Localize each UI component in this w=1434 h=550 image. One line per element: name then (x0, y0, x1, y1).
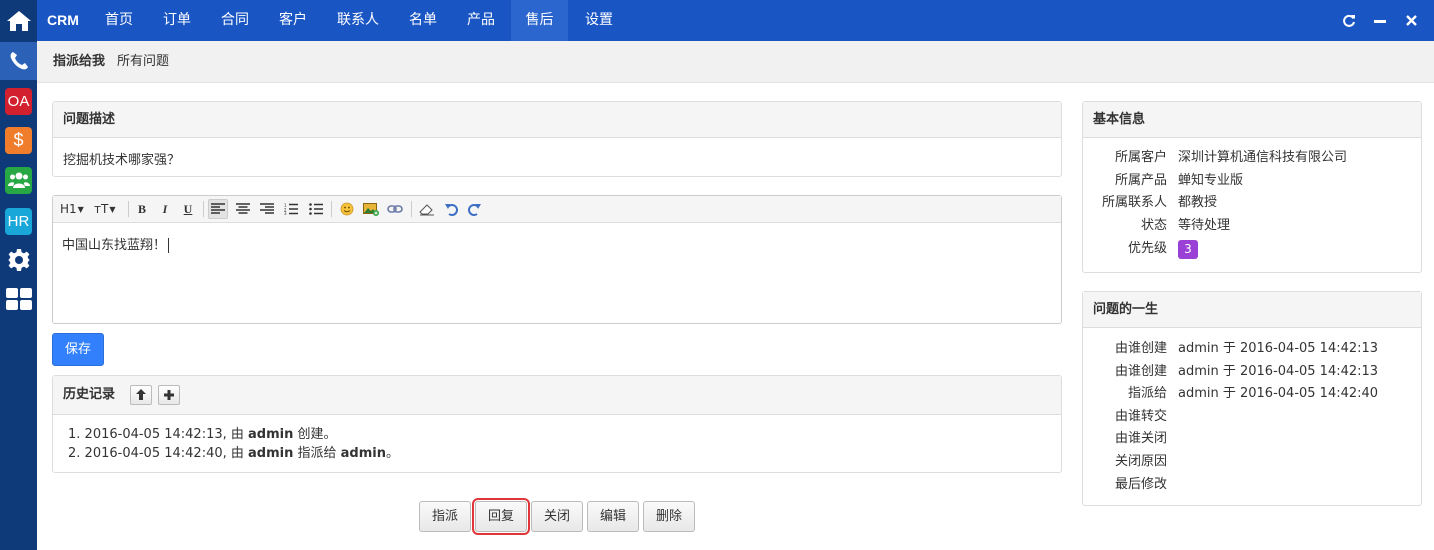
arrow-up-icon (135, 389, 146, 400)
align-left-icon[interactable] (208, 199, 228, 219)
sub-navbar: 指派给我 所有问题 (37, 41, 1434, 83)
editor-content[interactable]: 中国山东找蓝翔！ (62, 234, 170, 253)
nav-item-contacts[interactable]: 联系人 (323, 0, 393, 41)
subnav-all-issues[interactable]: 所有问题 (117, 41, 169, 83)
basic-info-title: 基本信息 (1083, 102, 1421, 138)
history-title: 历史记录 (63, 387, 116, 402)
close-icon[interactable] (1399, 0, 1423, 41)
nav-item-home[interactable]: 首页 (93, 0, 145, 41)
home-icon[interactable] (0, 0, 37, 41)
history-panel: 历史记录 1. 2016-04-05 14:42:13, 由 admin 创建。… (52, 375, 1062, 473)
editor-toolbar: H1 ▼ тT ▼ B I U 123 (53, 196, 1061, 223)
history-header: 历史记录 (53, 376, 1061, 415)
plus-icon (164, 389, 175, 400)
ordered-list-icon[interactable]: 123 (281, 199, 301, 219)
description-panel: 问题描述 挖掘机技术哪家强？ (52, 101, 1062, 177)
finance-app-icon[interactable]: $ (0, 121, 37, 159)
add-history-button[interactable] (158, 384, 181, 405)
nav-item-customers[interactable]: 客户 (265, 0, 321, 41)
description-title: 问题描述 (53, 102, 1061, 138)
delete-button[interactable]: 删除 (643, 501, 695, 532)
history-list: 1. 2016-04-05 14:42:13, 由 admin 创建。 2. 2… (53, 415, 1061, 463)
emoticon-icon[interactable] (337, 199, 357, 219)
refresh-icon[interactable] (1337, 0, 1361, 41)
nav-item-settings[interactable]: 设置 (571, 0, 627, 41)
heading-button[interactable]: H1 ▼ (60, 199, 84, 219)
lifecycle-panel: 问题的一生 由谁创建 admin 于 2016-04-05 14:42:13 由… (1082, 291, 1422, 506)
oa-app-icon[interactable]: OA (0, 82, 37, 120)
description-text: 挖掘机技术哪家强？ (63, 153, 181, 168)
insert-image-icon[interactable] (361, 199, 381, 219)
bold-button[interactable]: B (132, 199, 152, 219)
hr-app-icon[interactable]: HR (0, 202, 37, 240)
align-right-icon[interactable] (257, 199, 277, 219)
history-entry: 2. 2016-04-05 14:42:40, 由 admin 指派给 admi… (68, 446, 399, 461)
top-navbar: CRM 首页 订单 合同 客户 联系人 名单 产品 售后 设置 (37, 0, 1434, 41)
brand-logo[interactable]: CRM (47, 0, 79, 41)
edit-button[interactable]: 编辑 (587, 501, 639, 532)
eraser-icon[interactable] (417, 199, 437, 219)
undo-icon[interactable] (441, 199, 461, 219)
history-entry: 1. 2016-04-05 14:42:13, 由 admin 创建。 (68, 427, 337, 442)
priority-badge: 3 (1178, 240, 1198, 259)
gear-icon[interactable] (0, 241, 37, 279)
unordered-list-icon[interactable] (306, 199, 326, 219)
app-dock: OA $ HR (0, 0, 37, 550)
nav-item-contracts[interactable]: 合同 (207, 0, 263, 41)
minimize-icon[interactable] (1368, 0, 1392, 41)
reply-button[interactable]: 回复 (472, 498, 530, 535)
italic-button[interactable]: I (155, 199, 175, 219)
font-size-button[interactable]: тT ▼ (94, 199, 115, 219)
nav-item-service[interactable]: 售后 (511, 0, 568, 41)
save-button[interactable]: 保存 (52, 333, 104, 366)
reply-editor[interactable]: H1 ▼ тT ▼ B I U 123 中国山东找蓝翔！ (52, 195, 1062, 324)
link-icon[interactable] (385, 199, 405, 219)
subnav-assigned-to-me[interactable]: 指派给我 (53, 41, 105, 83)
nav-item-leads[interactable]: 名单 (395, 0, 451, 41)
redo-icon[interactable] (465, 199, 485, 219)
all-apps-icon[interactable] (0, 280, 37, 318)
underline-button[interactable]: U (178, 199, 198, 219)
team-app-icon[interactable] (0, 161, 37, 199)
collapse-history-button[interactable] (129, 384, 152, 405)
align-center-icon[interactable] (233, 199, 253, 219)
phone-icon[interactable] (0, 42, 37, 80)
svg-text:3: 3 (284, 211, 287, 215)
close-issue-button[interactable]: 关闭 (531, 501, 583, 532)
nav-item-products[interactable]: 产品 (453, 0, 509, 41)
basic-info-panel: 基本信息 所属客户 深圳计算机通信科技有限公司 所属产品 蝉知专业版 所属联系人… (1082, 101, 1422, 273)
lifecycle-title: 问题的一生 (1083, 292, 1421, 328)
nav-item-orders[interactable]: 订单 (149, 0, 205, 41)
assign-button[interactable]: 指派 (419, 501, 471, 532)
